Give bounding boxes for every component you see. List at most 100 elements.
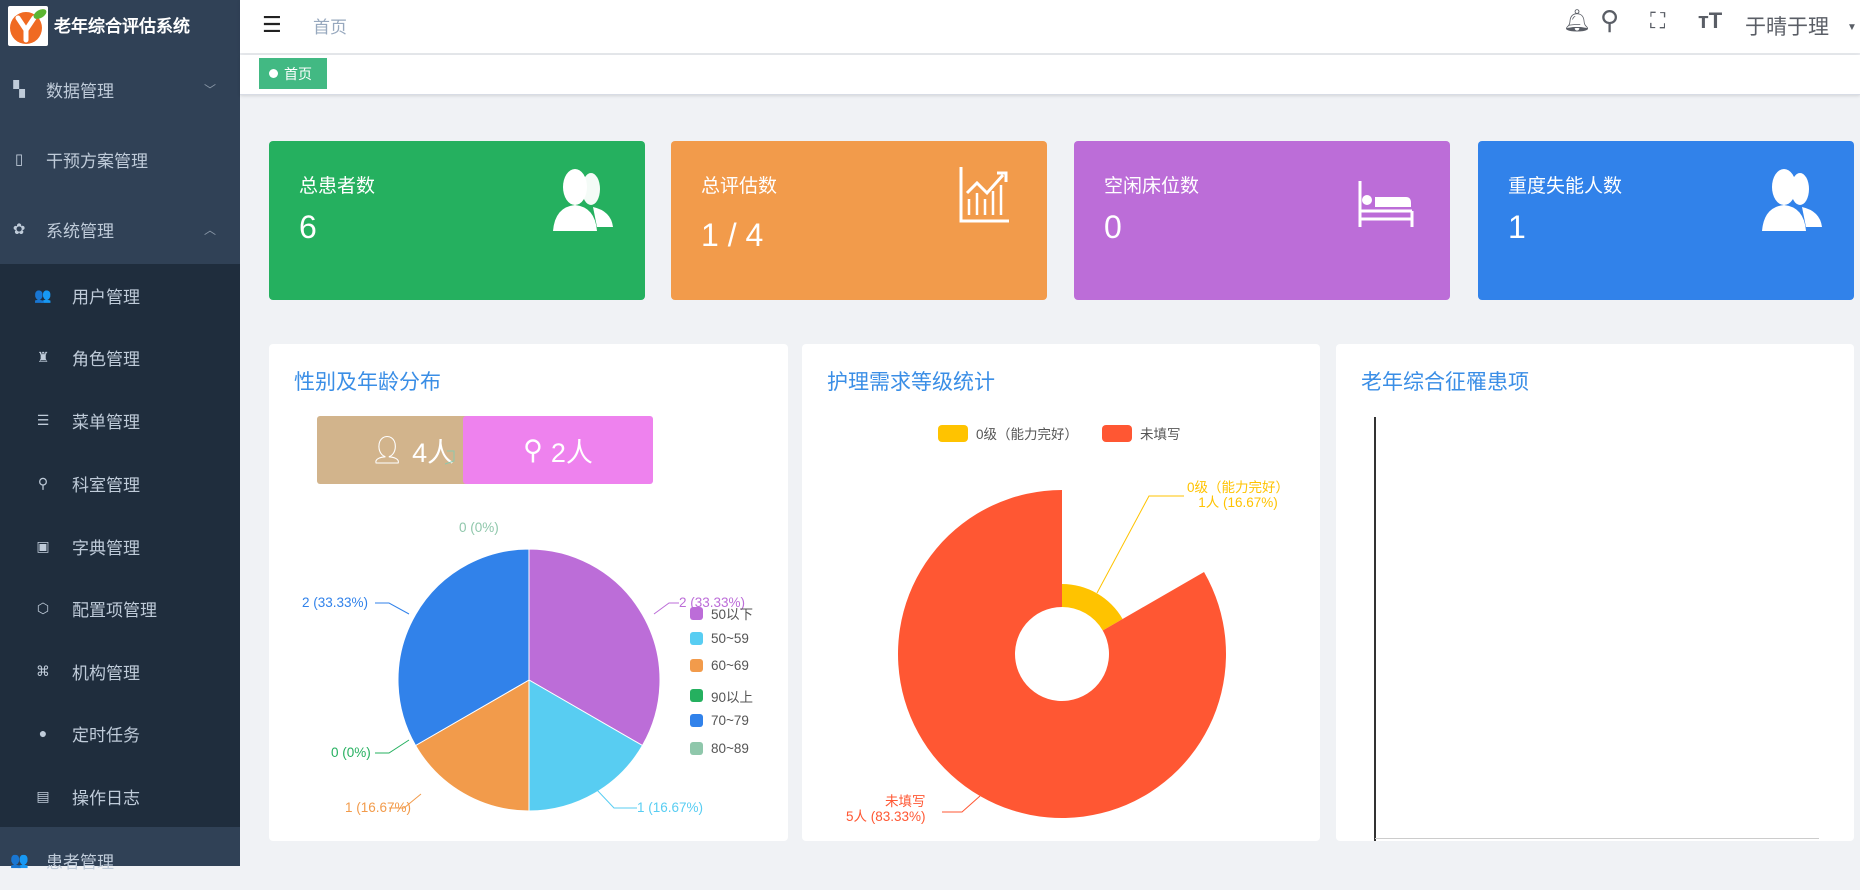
active-dot-icon [269,69,278,78]
legend-label: 50以下 [711,607,754,622]
legend-label: 80~89 [711,740,749,756]
sidebar-item-label: 系统管理 [46,221,114,241]
label-line [596,789,637,809]
legend-label: 70~79 [711,713,749,728]
legend-item[interactable]: 50~59 [690,631,749,646]
breadcrumb[interactable]: 首页 [313,13,347,38]
tree-icon: ⚲ [37,474,49,491]
label-line [942,795,981,813]
rose-slice[interactable] [898,490,1226,818]
label-line [653,602,679,615]
tags-view: 首页 [240,55,1860,95]
sidebar-item-data[interactable]: ▚ 数据管理 ﹀ [0,54,240,124]
chevron-down-icon: ﹀ [203,82,216,97]
book-icon: ▯ [14,151,24,168]
sidebar-item-logs[interactable]: ▤ 操作日志 [0,765,240,827]
users-icon: 👥 [10,852,29,869]
sidebar-item-label: 定时任务 [72,725,140,745]
label-line [444,450,455,465]
user-group-icon: 👥 [34,286,52,303]
x-axis [1375,838,1819,839]
grid-icon: ⌘ [36,662,50,679]
card-total-patients[interactable]: 总患者数 6 [269,141,645,300]
sidebar-item-system[interactable]: ✿ 系统管理 ︿ [0,194,240,264]
card-value: 0 [1104,209,1122,245]
rose-slice[interactable] [1062,584,1123,631]
cube-icon: ⬡ [36,599,50,616]
hamburger-icon[interactable]: ☰ [262,12,282,38]
log-icon: ▤ [36,787,50,804]
sidebar-item-departments[interactable]: ⚲ 科室管理 [0,452,240,514]
legend-item[interactable]: 90以上 [690,686,753,706]
legend-item[interactable]: 60~69 [690,658,749,673]
card-title: 总评估数 [701,176,778,197]
sidebar-item-label: 患者管理 [46,852,114,872]
chart-growth-icon [959,167,1009,223]
label-level0: 0级（能力完好） 1人 (16.67%) [1187,480,1290,510]
label-line [375,602,410,615]
sidebar-item-config[interactable]: ⬡ 配置项管理 [0,577,240,639]
label-50-59: 1 (16.67%) [637,800,704,815]
legend-swatch [690,741,703,755]
sidebar-item-label: 字典管理 [72,538,140,558]
sidebar-item-intervention[interactable]: ▯ 干预方案管理 [0,124,240,194]
card-title: 总患者数 [299,176,376,197]
legend-item[interactable]: 70~79 [690,713,749,728]
sidebar-item-menus[interactable]: ☰ 菜单管理 [0,389,240,451]
fullscreen-icon[interactable]: ⛶ [1650,8,1665,34]
sidebar-item-label: 配置项管理 [72,600,157,620]
caret-down-icon[interactable]: ▼ [1847,22,1857,33]
card-free-beds[interactable]: 空闲床位数 0 [1074,141,1450,300]
navbar: ☰ 首页 🔔︎ ⚲ ⛶ тT 于晴于理 ▼ [240,0,1860,53]
label-70-79: 2 (33.33%) [302,595,369,610]
sidebar-item-patients[interactable]: 👥 患者管理 [0,830,240,890]
sidebar-item-label: 操作日志 [72,788,140,808]
legend-item[interactable]: 80~89 [690,741,749,756]
panel-gender-age: 性别及年龄分布 👤︎ 4人 ⚲ 2人 0 (0%) 2 (33.33%) 2 (33… [269,344,788,841]
peoples-icon [1762,169,1822,231]
menu-list-icon: ☰ [36,411,50,428]
label-over-90: 0 (0%) [331,745,371,760]
label-line [375,739,410,754]
sidebar: 老年综合评估系统 ▚ 数据管理 ﹀ ▯ 干预方案管理 ✿ 系统管理 ︿ 👥 用户管理 ♜ 角色… [0,0,240,872]
card-value: 1 [1508,209,1526,245]
label-line [1096,495,1184,594]
app-logo [8,6,48,46]
legend-swatch [690,606,703,620]
sidebar-item-org[interactable]: ⌘ 机构管理 [0,640,240,702]
bell-icon[interactable]: 🔔︎ [1563,8,1591,34]
legend-label: 50~59 [711,630,749,646]
card-value: 6 [299,209,317,245]
sidebar-item-jobs[interactable]: ● 定时任务 [0,702,240,764]
bed-icon [1358,181,1414,227]
card-value: 1 / 4 [701,217,764,253]
user-name[interactable]: 于晴于理 [1745,11,1829,41]
legend-label: 60~69 [711,658,749,673]
sidebar-item-users[interactable]: 👥 用户管理 [0,264,240,326]
role-icon: ♜ [36,348,50,365]
panel-title: 老年综合征罹患项 [1361,371,1529,394]
panel-care-level: 护理需求等级统计 0级（能力完好） 未填写 0级（能力完好） 1人 (16.67%… [802,344,1320,841]
card-total-assessments[interactable]: 总评估数 1 / 4 [671,141,1047,300]
sidebar-item-label: 机构管理 [72,663,140,683]
sidebar-item-dictionary[interactable]: ▣ 字典管理 [0,515,240,577]
card-severe-disability[interactable]: 重度失能人数 1 [1478,141,1854,300]
care-rose-chart [898,490,1226,818]
font-size-icon[interactable]: тT [1698,8,1722,34]
label-unfilled: 未填写 5人 (83.33%) [846,794,926,824]
legend-swatch [690,714,703,727]
legend-label: 90以上 [711,689,754,705]
sidebar-item-label: 干预方案管理 [46,151,148,171]
chevron-up-icon: ︿ [203,222,216,237]
sidebar-item-label: 角色管理 [72,349,140,369]
legend-item[interactable]: 50以下 [690,603,753,623]
age-pie-chart [375,450,679,812]
sidebar-item-label: 科室管理 [72,475,140,495]
tag-home[interactable]: 首页 [259,58,327,89]
peoples-icon [553,169,613,231]
search-icon[interactable]: ⚲ [1600,5,1619,36]
legend-swatch [690,659,703,672]
sidebar-item-label: 数据管理 [46,81,114,101]
legend-swatch [690,631,703,645]
sidebar-item-roles[interactable]: ♜ 角色管理 [0,326,240,388]
